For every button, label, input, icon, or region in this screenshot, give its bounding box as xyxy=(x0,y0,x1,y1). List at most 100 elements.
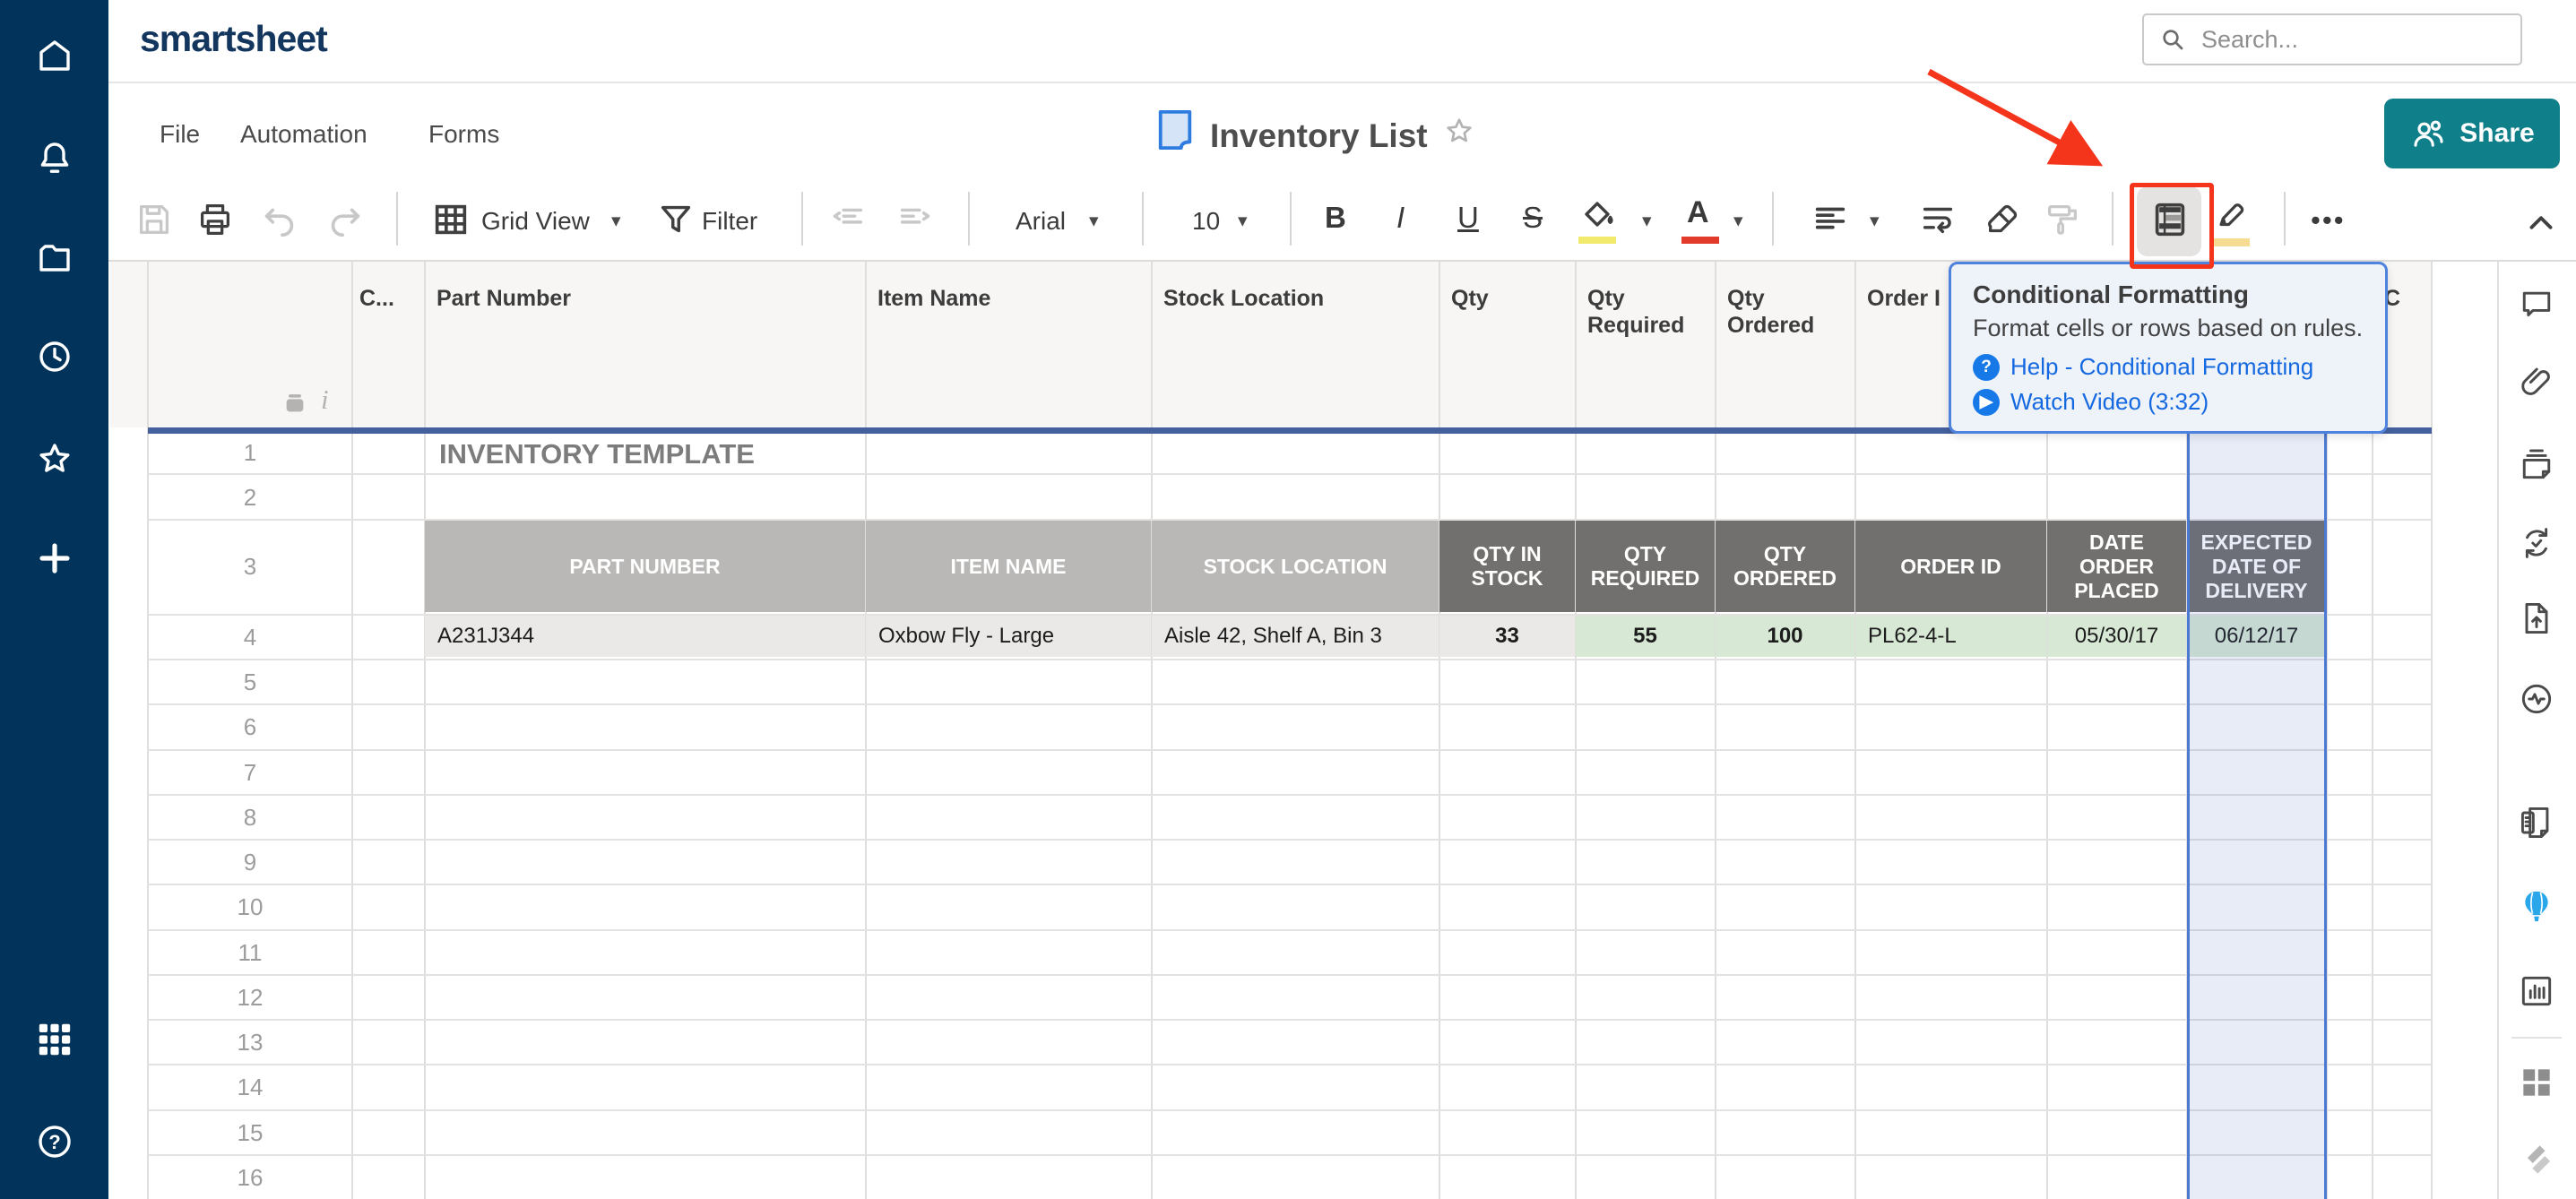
row-number[interactable]: 4 xyxy=(148,624,352,651)
grid-cell[interactable]: Oxbow Fly - Large xyxy=(866,616,1151,657)
align-caret-icon[interactable]: ▾ xyxy=(1870,210,1880,232)
column-header-checkbox[interactable]: C... xyxy=(359,285,394,312)
proofs-icon[interactable] xyxy=(2517,444,2556,484)
sheet-banner-title[interactable]: INVENTORY TEMPLATE xyxy=(439,434,755,475)
grid-cell[interactable]: 05/30/17 xyxy=(2047,616,2186,657)
redo-icon[interactable] xyxy=(324,199,366,240)
row-number[interactable]: 10 xyxy=(148,893,352,921)
row-number[interactable]: 12 xyxy=(148,984,352,1012)
filter-icon[interactable] xyxy=(655,199,696,240)
search-input[interactable] xyxy=(2200,25,2520,55)
row-number[interactable]: 11 xyxy=(148,939,352,967)
text-color-caret-icon[interactable]: ▾ xyxy=(1733,210,1743,232)
format-painter-roller-icon[interactable] xyxy=(2042,199,2083,240)
view-caret-icon[interactable]: ▾ xyxy=(611,210,621,232)
menu-forms[interactable]: Forms xyxy=(428,120,499,149)
grid-cell[interactable]: 55 xyxy=(1576,616,1715,657)
table-header-cell[interactable]: QTY REQUIRED xyxy=(1576,521,1715,612)
grid-view-icon[interactable] xyxy=(430,199,471,240)
text-color-button[interactable]: A xyxy=(1681,195,1723,237)
notifications-bell-icon[interactable] xyxy=(33,136,76,179)
column-header-item-name[interactable]: Item Name xyxy=(877,285,990,312)
table-header-cell[interactable]: QTY IN STOCK xyxy=(1439,521,1575,612)
column-header-qty[interactable]: Qty xyxy=(1451,285,1489,312)
favorites-star-icon[interactable] xyxy=(33,438,76,481)
grid-cell[interactable]: 100 xyxy=(1716,616,1854,657)
jira-icon[interactable] xyxy=(2517,1140,2556,1179)
menu-automation[interactable]: Automation xyxy=(240,120,367,149)
table-header-cell[interactable]: ITEM NAME xyxy=(866,521,1151,612)
strikethrough-button[interactable]: S xyxy=(1523,201,1543,235)
row-number[interactable]: 15 xyxy=(148,1119,352,1147)
favorite-star-icon[interactable] xyxy=(1441,114,1477,150)
grid-cell[interactable]: 33 xyxy=(1439,616,1575,657)
undo-icon[interactable] xyxy=(259,199,300,240)
print-icon[interactable] xyxy=(194,199,236,240)
app-launcher-grid-icon[interactable] xyxy=(33,1018,76,1061)
row-number[interactable]: 3 xyxy=(148,553,352,581)
align-left-icon[interactable] xyxy=(1810,199,1851,240)
recents-clock-icon[interactable] xyxy=(33,335,76,378)
search-box[interactable] xyxy=(2142,13,2522,65)
indent-icon[interactable] xyxy=(895,199,936,240)
create-plus-icon[interactable] xyxy=(33,537,76,580)
row-number[interactable]: 16 xyxy=(148,1164,352,1192)
more-options-button[interactable]: ••• xyxy=(2311,204,2346,237)
row-number[interactable]: 1 xyxy=(148,439,352,467)
table-header-cell[interactable]: ORDER ID xyxy=(1855,521,2046,612)
insights-chart-icon[interactable] xyxy=(2517,971,2556,1011)
row-number[interactable]: 2 xyxy=(148,484,352,512)
view-selector[interactable]: Grid View xyxy=(481,207,590,236)
italic-button[interactable]: I xyxy=(1396,201,1405,235)
font-family-selector[interactable]: Arial xyxy=(1016,207,1066,236)
table-header-cell[interactable]: DATE ORDER PLACED xyxy=(2047,521,2186,612)
row-number[interactable]: 13 xyxy=(148,1029,352,1057)
wrap-text-icon[interactable] xyxy=(1917,199,1958,240)
update-requests-icon[interactable] xyxy=(2517,523,2556,563)
fill-color-icon[interactable] xyxy=(1577,194,1618,235)
home-icon[interactable] xyxy=(33,34,76,77)
connections-icon[interactable] xyxy=(2517,1063,2556,1102)
smartsheet-logo[interactable]: smartsheet xyxy=(140,18,327,60)
font-family-caret-icon[interactable]: ▾ xyxy=(1089,210,1099,232)
grid-cell[interactable]: A231J344 xyxy=(425,616,865,657)
column-header-qty-required[interactable]: Qty Required xyxy=(1587,285,1704,339)
fill-color-caret-icon[interactable]: ▾ xyxy=(1642,210,1652,232)
column-header-order-id[interactable]: Order I xyxy=(1867,285,1941,312)
grid-cell[interactable]: Aisle 42, Shelf A, Bin 3 xyxy=(1152,616,1439,657)
help-link[interactable]: ? Help - Conditional Formatting xyxy=(1973,353,2364,381)
help-icon[interactable]: ? xyxy=(33,1120,76,1163)
collapse-toolbar-chevron-icon[interactable] xyxy=(2520,203,2562,244)
whats-new-balloon-icon[interactable] xyxy=(2517,887,2556,927)
row-number[interactable]: 5 xyxy=(148,669,352,696)
column-header-part-number[interactable]: Part Number xyxy=(437,285,571,312)
row-number[interactable]: 6 xyxy=(148,713,352,741)
font-size-selector[interactable]: 10 xyxy=(1192,207,1220,236)
table-header-cell[interactable]: STOCK LOCATION xyxy=(1152,521,1439,612)
attachments-paperclip-icon[interactable] xyxy=(2517,362,2556,401)
clear-format-eraser-icon[interactable] xyxy=(1982,199,2023,240)
column-header-stock-location[interactable]: Stock Location xyxy=(1163,285,1324,312)
table-header-cell[interactable]: QTY ORDERED xyxy=(1716,521,1854,612)
font-size-caret-icon[interactable]: ▾ xyxy=(1238,210,1248,232)
grid-cell[interactable]: PL62-4-L xyxy=(1855,616,2046,657)
menu-file[interactable]: File xyxy=(160,120,200,149)
table-header-cell[interactable]: PART NUMBER xyxy=(425,521,865,612)
column-header-qty-ordered[interactable]: Qty Ordered xyxy=(1727,285,1844,339)
conversations-icon[interactable] xyxy=(2517,285,2556,324)
highlight-icon[interactable] xyxy=(2211,194,2252,235)
row-number[interactable]: 9 xyxy=(148,849,352,876)
bold-button[interactable]: B xyxy=(1325,201,1346,235)
underline-button[interactable]: U xyxy=(1457,201,1479,235)
sheet-summary-icon[interactable] xyxy=(2517,803,2556,842)
browse-folder-icon[interactable] xyxy=(33,237,76,280)
watch-video-link[interactable]: ▶ Watch Video (3:32) xyxy=(1973,388,2364,416)
row-number[interactable]: 14 xyxy=(148,1074,352,1101)
filter-button[interactable]: Filter xyxy=(702,207,757,236)
share-button[interactable]: Share xyxy=(2384,99,2560,168)
row-number[interactable]: 8 xyxy=(148,804,352,832)
outdent-icon[interactable] xyxy=(827,199,869,240)
activity-log-icon[interactable] xyxy=(2517,679,2556,719)
save-icon[interactable] xyxy=(134,199,175,240)
publish-icon[interactable] xyxy=(2517,599,2556,638)
